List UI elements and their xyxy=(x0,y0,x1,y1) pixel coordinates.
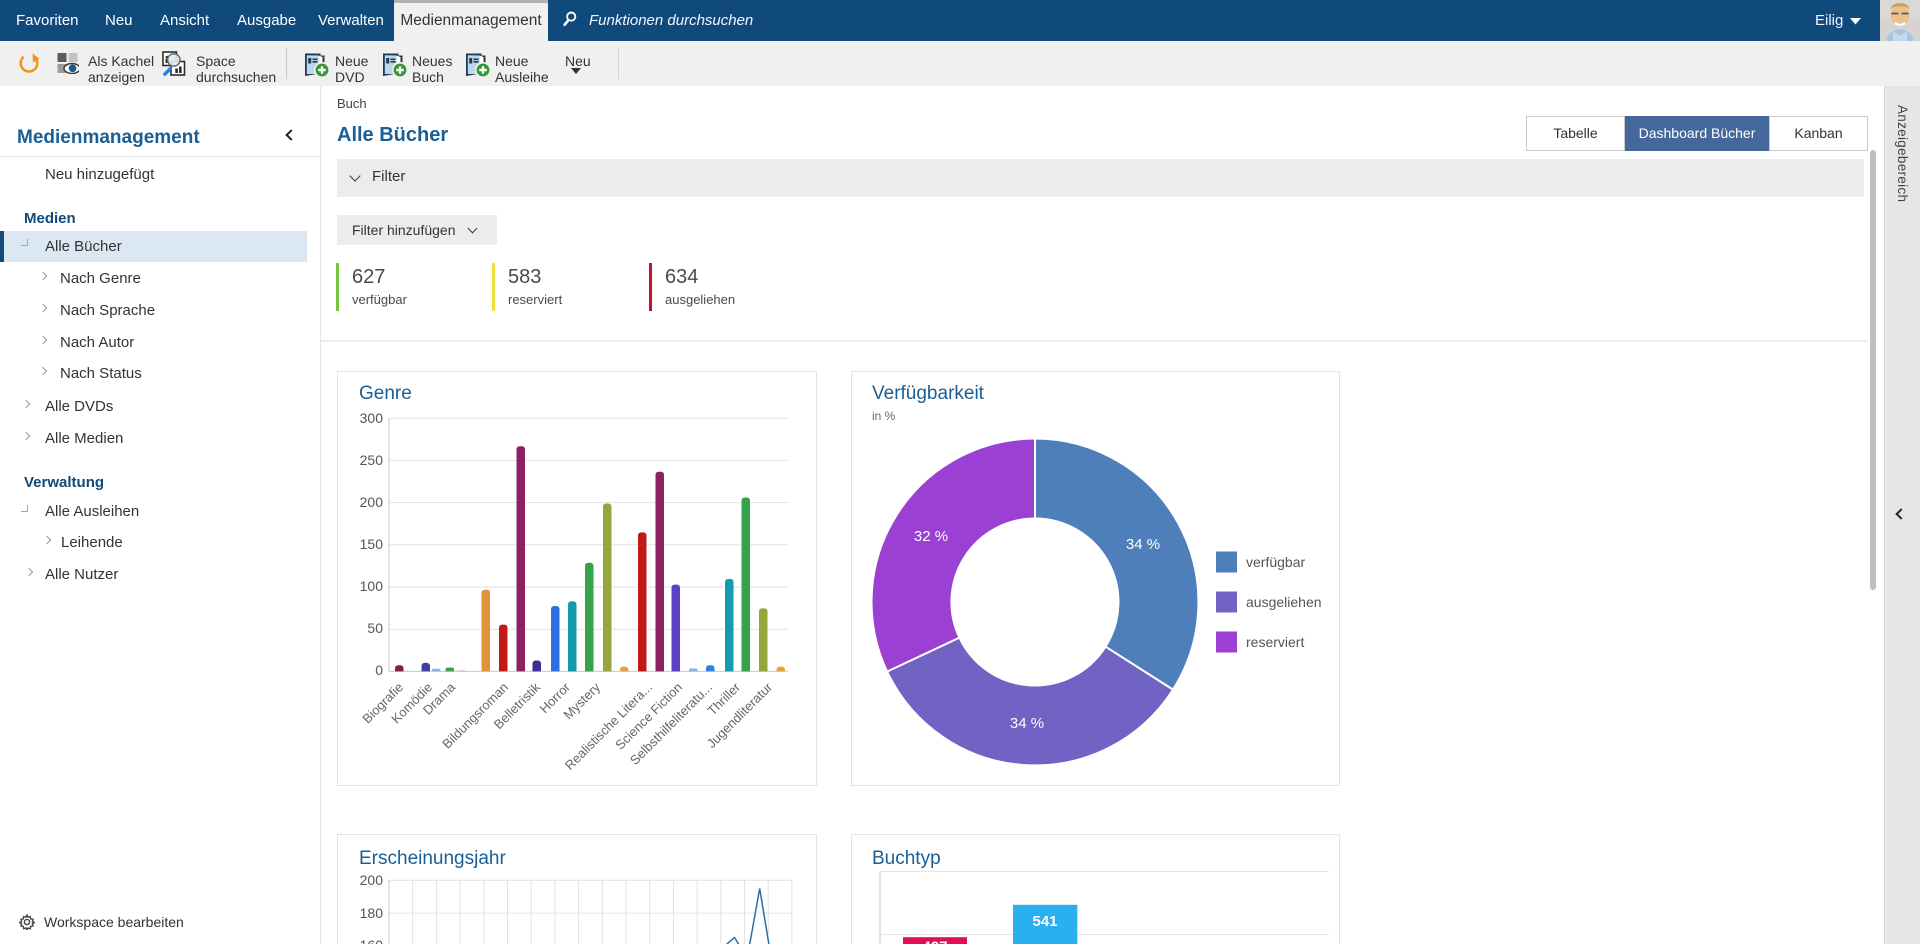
svg-text:300: 300 xyxy=(360,410,384,426)
svg-text:100: 100 xyxy=(360,578,384,594)
svg-text:reserviert: reserviert xyxy=(1246,634,1304,650)
svg-text:ausgeliehen: ausgeliehen xyxy=(1246,594,1322,610)
svg-text:0: 0 xyxy=(375,662,383,678)
svg-text:200: 200 xyxy=(360,494,384,510)
svg-text:541: 541 xyxy=(1032,913,1057,930)
svg-text:180: 180 xyxy=(360,905,384,921)
svg-text:250: 250 xyxy=(360,452,384,468)
svg-text:497: 497 xyxy=(922,939,947,944)
svg-text:32 %: 32 % xyxy=(914,528,948,545)
svg-text:34 %: 34 % xyxy=(1010,715,1044,732)
svg-text:34 %: 34 % xyxy=(1126,536,1160,553)
svg-text:150: 150 xyxy=(360,536,384,552)
svg-text:200: 200 xyxy=(360,872,384,888)
svg-text:160: 160 xyxy=(360,937,384,944)
svg-text:verfügbar: verfügbar xyxy=(1246,554,1305,570)
svg-text:50: 50 xyxy=(367,620,383,636)
